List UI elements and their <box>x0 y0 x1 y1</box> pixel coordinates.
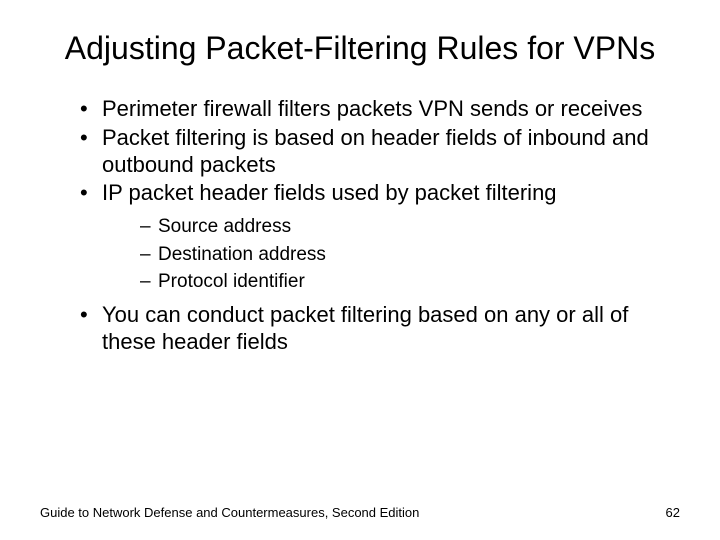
bullet-text: Perimeter firewall filters packets VPN s… <box>102 96 642 121</box>
sub-bullet-item: Destination address <box>140 241 680 269</box>
sub-bullet-list: Source address Destination address Proto… <box>102 213 680 296</box>
footer-source: Guide to Network Defense and Countermeas… <box>40 505 419 520</box>
sub-bullet-text: Protocol identifier <box>158 271 305 292</box>
bullet-list: Perimeter firewall filters packets VPN s… <box>40 96 680 356</box>
bullet-item: Packet filtering is based on header fiel… <box>80 125 680 179</box>
sub-bullet-item: Source address <box>140 213 680 241</box>
bullet-text: IP packet header fields used by packet f… <box>102 180 557 205</box>
bullet-text: You can conduct packet filtering based o… <box>102 302 628 354</box>
sub-bullet-text: Destination address <box>158 244 326 265</box>
bullet-item: Perimeter firewall filters packets VPN s… <box>80 96 680 123</box>
bullet-item: IP packet header fields used by packet f… <box>80 180 680 295</box>
bullet-item: You can conduct packet filtering based o… <box>80 302 680 356</box>
slide-number: 62 <box>666 505 680 520</box>
slide-footer: Guide to Network Defense and Countermeas… <box>40 505 680 520</box>
slide-title: Adjusting Packet-Filtering Rules for VPN… <box>40 28 680 68</box>
bullet-text: Packet filtering is based on header fiel… <box>102 125 649 177</box>
sub-bullet-item: Protocol identifier <box>140 268 680 296</box>
sub-bullet-text: Source address <box>158 216 291 237</box>
